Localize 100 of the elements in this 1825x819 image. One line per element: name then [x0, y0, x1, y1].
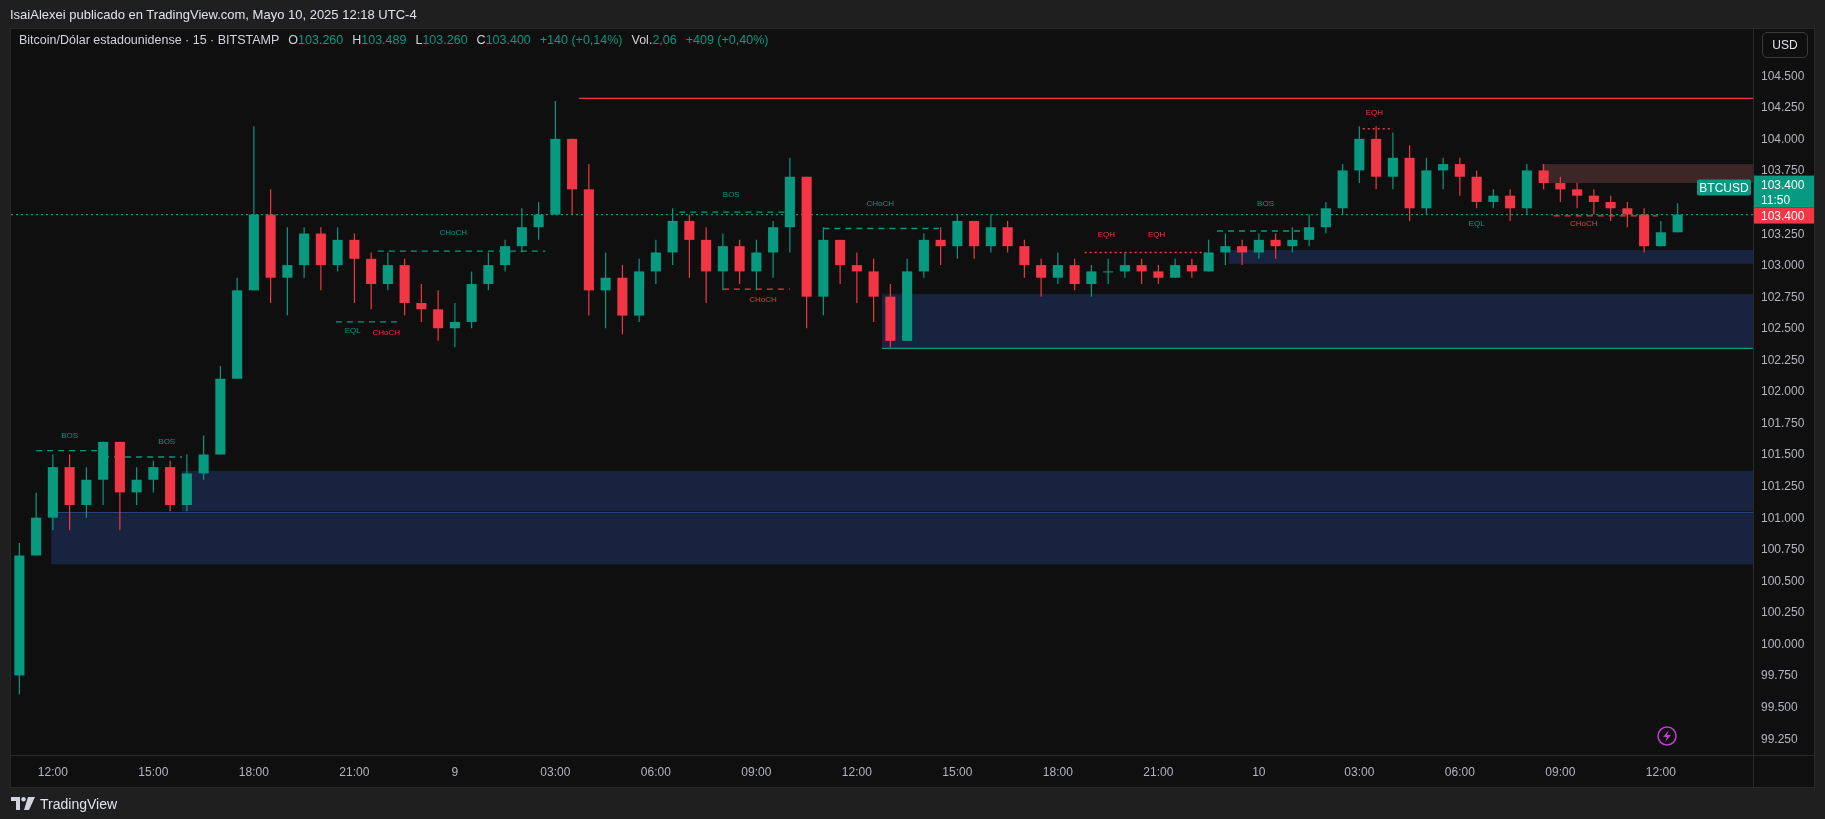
candle [1036, 258, 1047, 298]
candle [181, 453, 192, 512]
price-axis-label: 104.000 [1761, 131, 1805, 146]
price-axis-label: 104.500 [1761, 68, 1805, 83]
price-axis-label: 104.250 [1761, 100, 1805, 115]
time-axis-label: 9 [451, 765, 459, 779]
candle [1538, 163, 1549, 190]
price-axis-label: 103.250 [1761, 226, 1805, 241]
logo-text: TradingView [40, 795, 118, 812]
chart-label: BOS [722, 189, 740, 199]
lightning-icon[interactable] [1657, 726, 1677, 746]
legend-value: 103.260 [422, 33, 468, 47]
legend-label: Vol. [631, 33, 653, 47]
candle [1086, 264, 1097, 298]
chart-label: EQH [1365, 107, 1384, 117]
currency-button[interactable]: USD [1762, 32, 1808, 58]
candle [1069, 258, 1080, 291]
candle [165, 460, 176, 512]
candle [1555, 176, 1566, 203]
publish-info: IsaiAlexei publicado en TradingView.com, Mayo 10, 2025 12:18 UTC-4 [10, 6, 417, 22]
time-axis-label: 12:00 [1645, 765, 1676, 779]
candle [332, 226, 343, 273]
chart-label: CHoCH [372, 327, 400, 337]
time-axis-label: 09:00 [1545, 765, 1576, 779]
legend-value: 103.260 [298, 33, 344, 47]
candle [985, 214, 996, 254]
candle [885, 283, 896, 348]
candle [1103, 258, 1114, 285]
candle [81, 466, 92, 519]
candle [667, 207, 678, 266]
legend-label: H [352, 33, 362, 47]
time-axis-label: 18:00 [1042, 765, 1073, 779]
candle [1639, 207, 1650, 254]
chart-label: CHoCH [749, 294, 777, 304]
candle [1119, 251, 1130, 279]
candle [1287, 226, 1298, 254]
candle [315, 226, 326, 291]
candle [1421, 157, 1432, 216]
candle [634, 258, 645, 323]
price-axis-label: 100.000 [1761, 636, 1805, 651]
candle [717, 232, 728, 291]
candle [466, 270, 477, 329]
chart-label: BOS [1257, 198, 1275, 208]
price-axis-label: 100.500 [1761, 573, 1805, 588]
time-axis-label: 06:00 [1444, 765, 1475, 779]
candle [198, 434, 209, 481]
candle [500, 239, 511, 273]
chart-label: EQH [1097, 230, 1116, 240]
candle [952, 214, 963, 260]
candle [31, 491, 42, 557]
candle [98, 441, 109, 506]
candle [433, 289, 444, 342]
candle [650, 239, 661, 285]
legend-change: +140 (+0,14%) [539, 33, 623, 47]
time-axis-label: 10 [1252, 765, 1266, 779]
logo-icon [11, 797, 35, 810]
candle [1572, 182, 1583, 209]
candle [366, 251, 377, 310]
candle [1588, 188, 1599, 216]
symbol-title: Bitcoin/Dólar estadounidense · 15 · BITSTAMP [19, 33, 280, 47]
legend-label: O [288, 33, 299, 47]
candle [483, 251, 494, 291]
candle [1320, 201, 1331, 235]
candle [1170, 258, 1181, 279]
price-axis-label: 99.750 [1761, 668, 1798, 683]
legend-value: 103.489 [361, 33, 407, 47]
time-axis-label: 09:00 [741, 765, 772, 779]
candle [1337, 163, 1348, 216]
chart-label: EQH [1148, 230, 1166, 240]
candle [1304, 214, 1315, 247]
candle [751, 239, 762, 291]
price-axis-label: 102.250 [1761, 352, 1805, 367]
candle [935, 226, 946, 266]
candle [349, 232, 360, 304]
candle [1622, 201, 1633, 228]
price-axis-label: 100.250 [1761, 605, 1805, 620]
candle [516, 207, 527, 254]
candle [299, 226, 310, 279]
price-axis-label: 102.500 [1761, 321, 1805, 336]
candle [148, 460, 159, 493]
candle [1488, 188, 1499, 209]
time-axis-label: 03:00 [1344, 765, 1375, 779]
legend-value: 103.400 [485, 33, 531, 47]
chart-label: BOS [158, 437, 176, 447]
candle [399, 258, 410, 317]
candle [969, 220, 980, 260]
candle [868, 258, 879, 323]
time-axis-label: 21:00 [339, 765, 370, 779]
candle [1186, 258, 1197, 279]
candle [684, 214, 695, 279]
price-axis-label: 99.500 [1761, 700, 1798, 714]
candle [1438, 157, 1449, 190]
candle [918, 232, 929, 279]
candle [1136, 258, 1147, 285]
candle [1521, 163, 1532, 216]
candle [1454, 157, 1465, 197]
chart-label: EQL [1468, 218, 1485, 228]
candle [1655, 220, 1666, 247]
price-axis-label: 100.750 [1761, 542, 1805, 557]
candle [1387, 131, 1398, 190]
